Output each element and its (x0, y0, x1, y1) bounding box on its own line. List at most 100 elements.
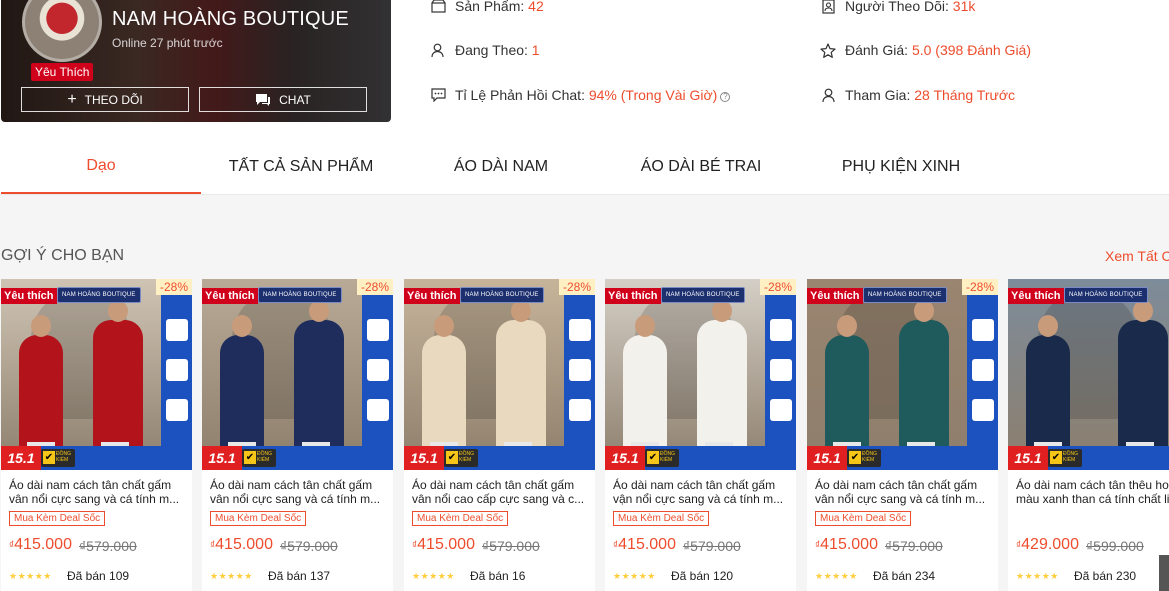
shop-online-status: Online 27 phút trước (112, 36, 223, 50)
service-strip (564, 294, 595, 470)
stat-joined-label: Tham Gia: (845, 87, 911, 103)
follow-button[interactable]: + THEO DÕI (21, 87, 189, 112)
price-value: 429.000 (1021, 536, 1079, 553)
product-price: ₫415.000 (210, 536, 273, 554)
tab-dao[interactable]: Dạo (1, 140, 201, 194)
product-card[interactable]: Yêu thích NAM HOÀNG BOUTIQUE -28% 15.1 ✔… (404, 279, 595, 591)
stat-following: Đang Theo: 1 (430, 42, 540, 58)
favorite-tag: Yêu thích (1, 288, 57, 304)
product-image[interactable]: Yêu thích NAM HOÀNG BOUTIQUE -28% 15.1 ✔… (1, 279, 192, 470)
verified-badge: ✔ ĐỒNG KIỂM (1048, 449, 1082, 467)
brand-tag: NAM HOÀNG BOUTIQUE (258, 287, 342, 303)
plus-icon: + (67, 90, 77, 108)
product-name[interactable]: Áo dài nam cách tân chất gấm vân nổi cực… (9, 478, 187, 506)
product-name[interactable]: Áo dài nam cách tân chất gấm vân nổi cực… (210, 478, 388, 506)
rating-stars: ★★★★★ (613, 571, 656, 581)
sale-date-badge: 15.1 (807, 446, 847, 470)
verified-badge: ✔ ĐỒNG KIỂM (847, 449, 881, 467)
discount-badge: -28% (156, 279, 192, 295)
product-name[interactable]: Áo dài nam cách tân chất gấm vân nổi cao… (412, 478, 590, 506)
product-price: ₫415.000 (9, 536, 72, 554)
sold-count: Đã bán 234 (873, 569, 936, 583)
stat-products: Sản Phẩm: 42 (430, 0, 544, 14)
check-icon: ✔ (849, 451, 861, 464)
product-price: ₫415.000 (613, 536, 676, 554)
check-icon: ✔ (1050, 451, 1062, 464)
price-value: 415.000 (215, 536, 273, 553)
product-price: ₫415.000 (815, 536, 878, 554)
product-image[interactable]: Yêu thích NAM HOÀNG BOUTIQUE -28% 15.1 ✔… (605, 279, 796, 470)
user-joined-icon (820, 87, 836, 103)
stat-followers-value: 31k (952, 0, 976, 14)
shop-header: Yêu Thích NAM HOÀNG BOUTIQUE Online 27 p… (0, 0, 1169, 195)
chat-button[interactable]: CHAT (199, 87, 367, 112)
product-price: ₫429.000 (1016, 536, 1079, 554)
product-image[interactable]: Yêu thích NAM HOÀNG BOUTIQUE -28% 15.1 ✔… (202, 279, 393, 470)
followers-icon (820, 0, 836, 14)
message-icon (430, 87, 446, 103)
tab-ao-dai-be-trai[interactable]: ÁO DÀI BÉ TRAI (601, 140, 801, 194)
shop-banner: Yêu Thích NAM HOÀNG BOUTIQUE Online 27 p… (1, 0, 391, 122)
product-card[interactable]: Yêu thích NAM HOÀNG BOUTIQUE -28% 15.1 ✔… (605, 279, 796, 591)
stat-followers-label: Người Theo Dõi: (845, 0, 949, 14)
help-icon[interactable]: ? (720, 92, 731, 102)
stat-rating-label: Đánh Giá: (845, 42, 909, 58)
tab-phu-kien-xinh[interactable]: PHỤ KIỆN XINH (801, 140, 1001, 194)
favorite-badge: Yêu Thích (31, 63, 94, 81)
sold-count: Đã bán 230 (1074, 569, 1137, 583)
brand-tag: NAM HOÀNG BOUTIQUE (460, 287, 544, 303)
check-icon: ✔ (446, 451, 458, 464)
discount-badge: -28% (962, 279, 998, 295)
service-strip (362, 294, 393, 470)
original-price: ₫579.000 (885, 538, 943, 554)
stat-following-value: 1 (531, 42, 540, 58)
service-strip (765, 294, 796, 470)
stat-followers: Người Theo Dõi: 31k (820, 0, 975, 14)
service-strip (161, 294, 192, 470)
product-name[interactable]: Áo dài nam cách tân thêu hoa màu xanh th… (1016, 478, 1169, 506)
brand-tag: NAM HOÀNG BOUTIQUE (1064, 287, 1148, 303)
verified-badge: ✔ ĐỒNG KIỂM (645, 449, 679, 467)
product-image[interactable]: Yêu thích NAM HOÀNG BOUTIQUE 15.1 ✔ ĐỒNG … (1008, 279, 1169, 470)
see-all-link[interactable]: Xem Tất C (1105, 248, 1169, 264)
sale-date-badge: 15.1 (404, 446, 444, 470)
verified-badge: ✔ ĐỒNG KIỂM (41, 449, 75, 467)
product-card[interactable]: Yêu thích NAM HOÀNG BOUTIQUE -28% 15.1 ✔… (807, 279, 998, 591)
section-title: GỢI Ý CHO BẠN (1, 247, 125, 264)
original-price: ₫599.000 (1086, 538, 1144, 554)
product-card[interactable]: Yêu thích NAM HOÀNG BOUTIQUE -28% 15.1 ✔… (202, 279, 393, 591)
product-card[interactable]: Yêu thích NAM HOÀNG BOUTIQUE 15.1 ✔ ĐỒNG … (1008, 279, 1169, 591)
check-icon: ✔ (43, 451, 55, 464)
sold-count: Đã bán 120 (671, 569, 734, 583)
favorite-tag: Yêu thích (202, 288, 258, 304)
verified-badge: ✔ ĐỒNG KIỂM (444, 449, 478, 467)
scroll-edge (1159, 555, 1169, 591)
stat-joined: Tham Gia: 28 Tháng Trước (820, 87, 1015, 103)
sale-date-badge: 15.1 (1008, 446, 1048, 470)
sold-count: Đã bán 109 (67, 569, 130, 583)
deal-tag: Mua Kèm Deal Sốc (613, 511, 710, 526)
chat-label: CHAT (279, 92, 311, 107)
sale-date-badge: 15.1 (605, 446, 645, 470)
rating-stars: ★★★★★ (9, 571, 52, 581)
product-name[interactable]: Áo dài nam cách tân chất gấm vận nổi cực… (613, 478, 791, 506)
tab-ao-dai-nam[interactable]: ÁO DÀI NAM (401, 140, 601, 194)
product-image[interactable]: Yêu thích NAM HOÀNG BOUTIQUE -28% 15.1 ✔… (807, 279, 998, 470)
original-price: ₫579.000 (482, 538, 540, 554)
product-card[interactable]: Yêu thích NAM HOÀNG BOUTIQUE -28% 15.1 ✔… (1, 279, 192, 591)
stat-chat-rate-value: 94% (Trong Vài Giờ) (588, 87, 718, 103)
product-image[interactable]: Yêu thích NAM HOÀNG BOUTIQUE -28% 15.1 ✔… (404, 279, 595, 470)
stat-products-value: 42 (528, 0, 544, 14)
price-value: 415.000 (417, 536, 475, 553)
shop-name: NAM HOÀNG BOUTIQUE (112, 8, 349, 30)
favorite-tag: Yêu thích (605, 288, 661, 304)
sold-count: Đã bán 16 (470, 569, 526, 583)
tab-all-products[interactable]: TẤT CẢ SẢN PHẨM (201, 140, 401, 194)
favorite-tag: Yêu thích (404, 288, 460, 304)
rating-stars: ★★★★★ (210, 571, 253, 581)
product-price: ₫415.000 (412, 536, 475, 554)
rating-stars: ★★★★★ (1016, 571, 1059, 581)
sold-count: Đã bán 137 (268, 569, 331, 583)
product-name[interactable]: Áo dài nam cách tân chất gấm vân nổi cực… (815, 478, 993, 506)
check-icon: ✔ (244, 451, 256, 464)
